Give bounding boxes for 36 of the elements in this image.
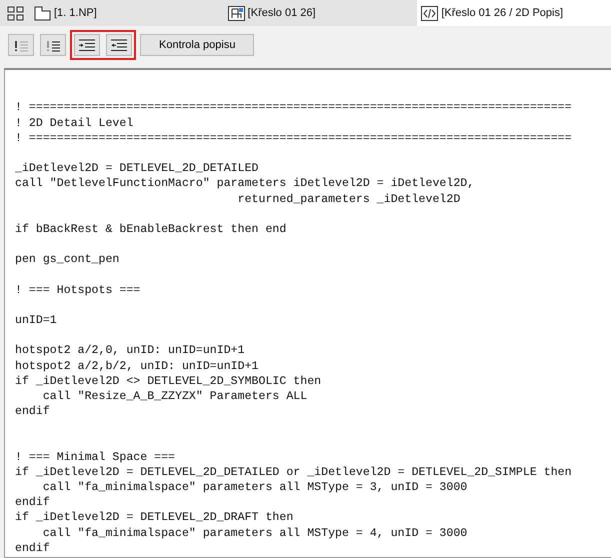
code-line: ! ============================================================================== (15, 100, 573, 116)
code-line: if _iDetlevel2D <> DETLEVEL_2D_SYMBOLIC then (15, 374, 322, 389)
code-line: endif (15, 540, 51, 556)
tab[interactable]: [1. 1.NP] (30, 0, 224, 26)
code-line: ! === Hotspots === (15, 282, 142, 298)
code-line: if bBackRest & bEnableBackrest then end (15, 222, 288, 238)
floor-plan-icon (34, 6, 51, 20)
code-line: hotspot2 a/2,b/2, unID: unID=unID+1 (15, 358, 260, 374)
code-line: call "Resize_A_B_ZZYZX" Parameters ALL (42, 388, 308, 404)
code-line: ! === Minimal Space === (15, 450, 176, 465)
code-line: call "fa_minimalspace" parameters all MSType = 3, unID = 3000 (42, 480, 468, 496)
code-line: hotspot2 a/2,0, unID: unID=unID+1 (15, 343, 246, 359)
code-editor[interactable] (4, 68, 611, 558)
check-script-button[interactable]: Kontrola popisu (140, 34, 254, 56)
comment-button[interactable] (8, 34, 34, 56)
code-line: if _iDetlevel2D = DETLEVEL_2D_DETAILED or _iDetlevel2D = DETLEVEL_2D_SIMPLE then (15, 464, 573, 480)
indent-button[interactable] (74, 34, 100, 56)
indent-icon (77, 38, 97, 52)
uncomment-button[interactable] (40, 34, 66, 56)
tab[interactable]: [Křeslo 01 26] (224, 0, 418, 26)
code-line: call "DetlevelFunctionMacro" parameters iDetlevel2D = iDetlevel2D, (15, 176, 476, 192)
tab[interactable]: [Křeslo 01 26 / 2D Popis] (417, 0, 611, 26)
code-line: endif (15, 495, 51, 510)
code-line: _iDetlevel2D = DETLEVEL_2D_DETAILED (15, 161, 260, 176)
code-line: unID=1 (15, 313, 58, 328)
outdent-button[interactable] (106, 34, 132, 56)
code-line: ! ============================================================================== (15, 130, 573, 146)
code-line: ! 2D Detail Level (15, 116, 134, 131)
outdent-icon (109, 38, 129, 52)
code-line: returned_parameters _iDetlevel2D (236, 192, 462, 207)
code-line: endif (15, 404, 51, 420)
code-line: pen gs_cont_pen (15, 252, 120, 268)
code-line: if _iDetlevel2D = DETLEVEL_2D_DRAFT then (15, 510, 294, 526)
code-icon (421, 6, 438, 20)
code-line: call "fa_minimalspace" parameters all MSType = 4, unID = 3000 (42, 526, 468, 541)
chair-drawing-icon (228, 6, 245, 20)
